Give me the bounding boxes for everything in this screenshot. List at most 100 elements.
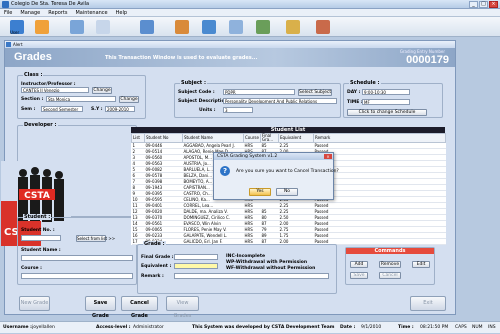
- access-level-label: Access-level :: [96, 325, 131, 330]
- time-field[interactable]: MF: [362, 99, 410, 105]
- remove-button[interactable]: Remove: [379, 261, 401, 268]
- student-panel: Student : Student No. : Select from list…: [17, 214, 137, 285]
- app-title-bar: Colegio De Sta. Teresa De Avila _ □ ×: [0, 0, 500, 9]
- minimize-button[interactable]: _: [469, 1, 478, 8]
- username-label: Username :: [3, 325, 32, 330]
- column-student-name[interactable]: Student Name: [182, 133, 244, 143]
- column-equivalent[interactable]: Equivalent: [278, 133, 314, 143]
- column-student-no[interactable]: Student No: [144, 133, 183, 143]
- cancel-grade-button[interactable]: Cancel Grade: [121, 296, 158, 319]
- people-icon[interactable]: [140, 20, 154, 34]
- cancel-command-button[interactable]: Cancel: [379, 272, 401, 279]
- status-bar: Username : joyellallen Access-level : Ad…: [0, 321, 500, 333]
- column-final-grade[interactable]: Final Gra...: [260, 133, 279, 143]
- change-instructor-button[interactable]: Change: [92, 87, 112, 94]
- menu-maintenance[interactable]: Maintenance: [75, 9, 107, 16]
- question-icon: ?: [220, 166, 230, 176]
- remark-field[interactable]: [174, 273, 329, 279]
- units-label: Units :: [199, 108, 216, 113]
- subject-description-field[interactable]: Personality Development And Public Relat…: [223, 98, 337, 104]
- sy-field[interactable]: 2009-2010: [105, 106, 135, 112]
- student-no-field[interactable]: [21, 235, 61, 241]
- entry-number: 0000179: [406, 54, 449, 66]
- student-legend: Student :: [23, 214, 52, 220]
- document-icon[interactable]: [70, 20, 84, 34]
- calendar-icon[interactable]: [175, 20, 189, 34]
- final-grade-label: Final Grade :: [141, 255, 174, 260]
- day-field[interactable]: 9:00-10:30: [362, 89, 410, 95]
- wp-legend: WP-Withdrawal with Permission: [226, 260, 308, 265]
- commands-title: Commands: [346, 248, 434, 254]
- section-label: Section :: [21, 97, 44, 102]
- view-grades-button[interactable]: View Grades: [166, 296, 199, 319]
- caps-indicator: CAPS: [455, 325, 467, 330]
- window-title: Alert: [13, 42, 23, 47]
- toolbar: User: [0, 17, 500, 37]
- grade-legend: Grade :: [143, 241, 166, 247]
- subject-code-field[interactable]: PDPR: [223, 89, 295, 95]
- menu-file[interactable]: File: [4, 9, 12, 16]
- change-section-button[interactable]: Change: [119, 96, 139, 103]
- dialog-yes-button[interactable]: Yes: [249, 188, 271, 196]
- menu-reports[interactable]: Reports: [48, 9, 67, 16]
- window-icon: [6, 42, 11, 47]
- dialog-no-button[interactable]: No: [276, 188, 298, 196]
- close-button[interactable]: ×: [489, 1, 498, 8]
- date-label: Date :: [340, 325, 356, 330]
- cell-student-name: AGGABAO, Angela Pearl J.: [182, 142, 244, 149]
- dialog-title-bar: CSTA Grading System v1.2: [214, 153, 333, 160]
- column-remark[interactable]: Remark: [313, 133, 446, 143]
- username-value: joyellallen: [32, 325, 55, 330]
- save-command-button[interactable]: Save: [350, 272, 368, 279]
- dialog-title: CSTA Grading System v1.2: [217, 154, 278, 159]
- access-level-value: Administrator: [133, 325, 164, 330]
- chart-icon[interactable]: [229, 20, 243, 34]
- wf-legend: WF-Withdrawal without Permission: [226, 266, 316, 271]
- subject-legend: Subject :: [180, 80, 207, 86]
- equivalent-field[interactable]: [174, 263, 218, 269]
- notepad-icon[interactable]: [96, 20, 110, 34]
- menu-manage[interactable]: Manage: [20, 9, 40, 16]
- menu-help[interactable]: Help: [116, 9, 127, 16]
- dialog-message: Are you sure you want to Cancel Transact…: [236, 169, 339, 174]
- select-student-button[interactable]: Select from list >>: [76, 235, 115, 242]
- column-list[interactable]: List: [131, 133, 145, 143]
- header-banner: Grades This Transaction Window is used t…: [5, 48, 455, 67]
- class-panel: Class : Instructor/Professor : CANTES II…: [17, 72, 146, 119]
- time-label: TIME :: [347, 100, 363, 105]
- edit-button[interactable]: Edit: [412, 261, 430, 268]
- sy-label: S.Y :: [91, 107, 103, 112]
- inc-legend: INC-Incomplete: [226, 254, 266, 259]
- grade-panel: Grade : Final Grade : Equivalent : Remar…: [137, 241, 337, 294]
- change-schedule-button[interactable]: Click to change Schedule: [347, 109, 427, 116]
- equivalent-label: Equivalent :: [141, 264, 172, 269]
- ins-indicator: INS: [488, 325, 496, 330]
- maximize-button[interactable]: □: [479, 1, 488, 8]
- student-no-label: Student No. :: [21, 228, 55, 233]
- folder-icon[interactable]: [35, 20, 49, 34]
- column-course[interactable]: Course: [243, 133, 261, 143]
- exit-button[interactable]: Exit: [410, 296, 446, 311]
- new-grade-button[interactable]: New Grade: [19, 296, 50, 311]
- printer-icon[interactable]: [286, 20, 300, 34]
- day-label: DAY :: [347, 90, 361, 95]
- units-field[interactable]: 3: [223, 107, 253, 113]
- instructor-field[interactable]: CANTES II Venezio: [21, 87, 89, 93]
- select-subject-button[interactable]: Select Subject: [298, 89, 332, 96]
- users-group-icon[interactable]: [202, 20, 216, 34]
- lock-icon[interactable]: [316, 20, 330, 34]
- dialog-close-button[interactable]: ×: [324, 154, 332, 159]
- save-grade-button[interactable]: Save Grade: [85, 296, 116, 319]
- course-field[interactable]: [21, 273, 133, 279]
- window-title-bar: Alert: [5, 41, 455, 48]
- time-status-value: 08:21:50 PM: [420, 325, 449, 330]
- remark-label: Remark :: [141, 274, 164, 279]
- final-grade-field[interactable]: [174, 254, 218, 260]
- app-icon: [2, 1, 9, 8]
- settings-icon[interactable]: [256, 20, 270, 34]
- table-header-row: List Student No Student Name Course Fina…: [131, 133, 446, 143]
- section-field[interactable]: Sta Monica: [46, 96, 116, 102]
- sem-field[interactable]: Second Semester: [41, 106, 83, 112]
- add-button[interactable]: Add: [350, 261, 368, 268]
- student-name-field[interactable]: [21, 255, 133, 261]
